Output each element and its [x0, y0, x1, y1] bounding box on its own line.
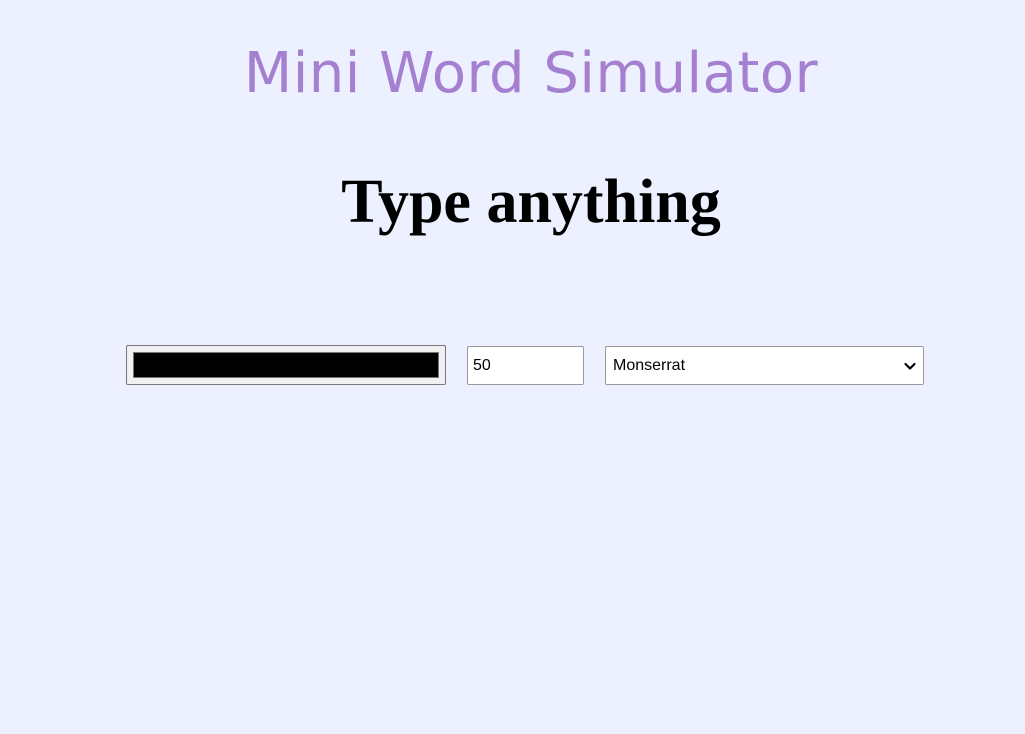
app-title: Mini Word Simulator — [243, 41, 819, 106]
color-swatch — [133, 352, 439, 378]
text-color-picker[interactable] — [126, 345, 446, 385]
font-family-select[interactable]: Monserrat — [605, 346, 924, 385]
font-size-input[interactable] — [467, 346, 584, 385]
chevron-down-icon — [904, 362, 916, 370]
font-family-selected-value: Monserrat — [613, 357, 686, 374]
preview-text: Type anything — [341, 168, 721, 236]
